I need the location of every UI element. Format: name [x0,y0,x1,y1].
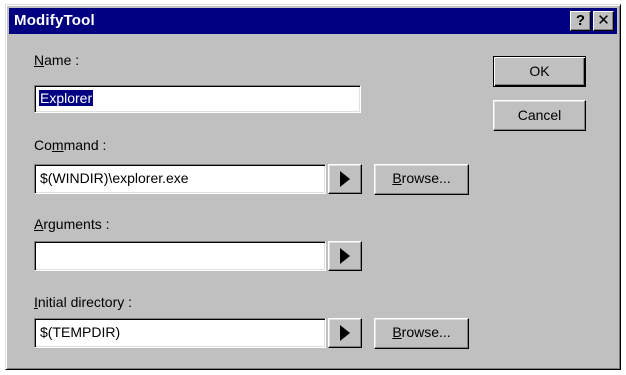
initial-directory-label: Initial directory : [34,294,133,310]
right-arrow-icon [340,248,350,264]
dialog-title: ModifyTool [14,12,95,29]
initial-directory-field[interactable]: $(TEMPDIR) [34,318,326,348]
close-button[interactable]: ✕ [593,11,614,31]
title-bar[interactable]: ModifyTool ? ✕ [9,8,617,34]
ok-button[interactable]: OK [493,56,586,87]
command-field[interactable]: $(WINDIR)\explorer.exe [34,164,326,194]
command-browse-button[interactable]: Browse... [374,164,469,195]
command-label: Command : [34,137,107,153]
close-icon: ✕ [597,12,610,29]
right-arrow-icon [340,325,350,341]
command-macro-button[interactable] [328,164,362,194]
modify-tool-dialog: ModifyTool ? ✕ Name : Explorer Command :… [5,4,621,370]
name-label: Name : [34,52,80,68]
arguments-label: Arguments : [34,216,110,232]
help-button[interactable]: ? [570,11,591,31]
arguments-macro-button[interactable] [328,241,362,271]
arguments-field[interactable] [34,241,326,271]
name-value: Explorer [39,90,94,106]
name-field[interactable]: Explorer [34,85,361,113]
command-value: $(WINDIR)\explorer.exe [40,170,189,186]
help-icon: ? [575,12,586,29]
cancel-button[interactable]: Cancel [493,100,586,131]
right-arrow-icon [340,171,350,187]
initial-directory-macro-button[interactable] [328,318,362,348]
initial-directory-value: $(TEMPDIR) [40,324,121,340]
initial-directory-browse-button[interactable]: Browse... [374,318,469,349]
